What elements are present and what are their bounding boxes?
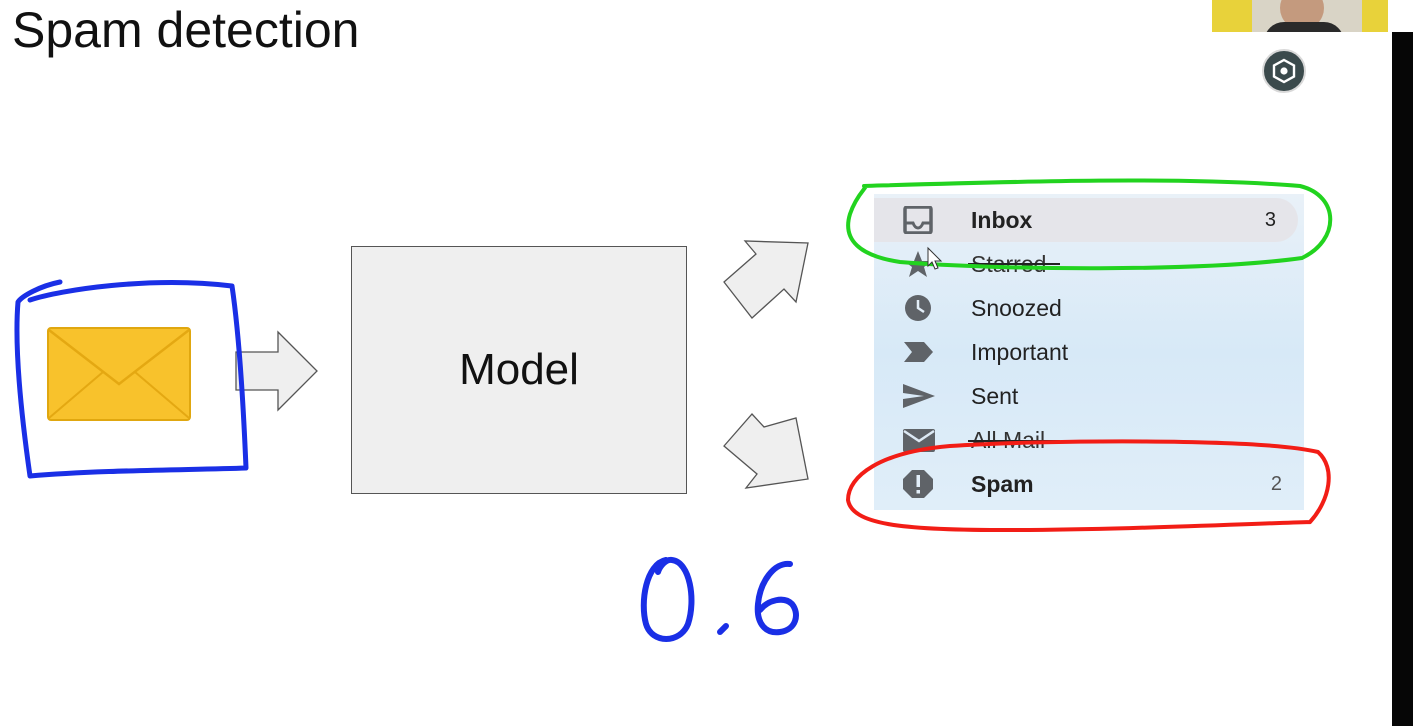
email-circle <box>14 279 249 479</box>
inbox-circle <box>846 178 1333 271</box>
spam-circle <box>845 439 1331 533</box>
handwritten-value <box>640 556 799 642</box>
arrow-email-to-model <box>235 330 318 412</box>
arrow-model-to-spam <box>723 413 809 489</box>
arrow-model-to-inbox <box>723 240 809 319</box>
